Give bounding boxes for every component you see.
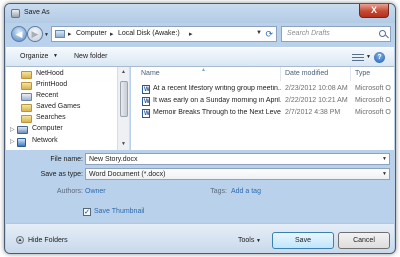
searches-folder-icon xyxy=(21,115,32,123)
save-button[interactable]: Save xyxy=(272,232,334,249)
file-row[interactable]: It was early on a Sunday morning in Apri… xyxy=(131,96,394,107)
chevron-down-icon[interactable]: ▼ xyxy=(53,53,58,59)
file-row[interactable]: At a recent lifestory writing group meet… xyxy=(131,84,394,95)
scrollbar-thumb[interactable] xyxy=(120,81,128,117)
scroll-up-icon[interactable]: ▲ xyxy=(121,69,126,75)
word-document-icon xyxy=(142,109,150,118)
address-dropdown-icon[interactable]: ▼ xyxy=(256,30,262,36)
folder-icon xyxy=(21,71,32,79)
scroll-down-icon[interactable]: ▼ xyxy=(121,141,126,147)
authors-label: Authors: xyxy=(56,188,83,195)
file-name: Memoir Breaks Through to the Next Leve..… xyxy=(153,109,281,116)
navigation-bar: ◀ ▶ ▼ ▸ Computer ▸ Local Disk (Awake:) ▸… xyxy=(5,23,395,47)
app-icon xyxy=(11,9,20,18)
file-date: 2/23/2012 10:08 AM xyxy=(285,85,348,92)
chevron-down-icon[interactable]: ▼ xyxy=(256,238,261,244)
sidebar-item-label: Saved Games xyxy=(36,103,81,110)
sidebar-item-label: Recent xyxy=(36,92,59,99)
breadcrumb-separator-icon[interactable]: ▸ xyxy=(68,30,72,38)
save-thumbnail-checkbox[interactable]: ✓ xyxy=(83,208,91,216)
navigation-scrollbar[interactable]: ▲ ▼ xyxy=(117,67,129,150)
file-date: 2/7/2012 4:38 PM xyxy=(285,109,341,116)
search-input[interactable]: Search Drafts xyxy=(281,26,391,42)
sidebar-item-nethood[interactable]: NetHood xyxy=(21,70,64,80)
sidebar-item-recent[interactable]: Recent xyxy=(21,92,59,102)
authors-value[interactable]: Owner xyxy=(85,188,106,195)
column-header-type[interactable]: Type xyxy=(351,67,394,81)
computer-icon xyxy=(55,30,65,38)
file-type: Microsoft O xyxy=(355,109,391,116)
breadcrumb-local-disk[interactable]: Local Disk (Awake:) xyxy=(118,30,180,37)
close-button[interactable]: X xyxy=(359,4,389,18)
sort-ascending-icon: ▲ xyxy=(201,67,206,73)
view-options-dropdown-icon[interactable]: ▼ xyxy=(366,54,371,60)
recent-places-icon xyxy=(21,93,32,101)
back-button[interactable]: ◀ xyxy=(11,26,27,42)
breadcrumb-separator-icon[interactable]: ▸ xyxy=(110,30,114,38)
breadcrumb-separator-icon[interactable]: ▸ xyxy=(189,30,193,38)
save-as-type-label: Save as type: xyxy=(40,171,83,178)
column-header-name[interactable]: Name ▲ xyxy=(131,67,281,81)
save-as-dialog: Save As X ◀ ▶ ▼ ▸ Computer ▸ Local Disk … xyxy=(4,3,396,254)
help-icon[interactable]: ? xyxy=(374,52,385,63)
word-document-icon xyxy=(142,85,150,94)
sidebar-item-network[interactable]: Network xyxy=(17,137,58,147)
window-title: Save As xyxy=(24,9,50,16)
sidebar-item-saved-games[interactable]: Saved Games xyxy=(21,103,81,113)
file-date: 2/22/2012 10:21 AM xyxy=(285,97,348,104)
file-type: Microsoft O xyxy=(355,85,391,92)
tools-menu-button[interactable]: Tools xyxy=(238,237,254,244)
folder-icon xyxy=(21,82,32,90)
sidebar-item-searches[interactable]: Searches xyxy=(21,114,66,124)
new-folder-button[interactable]: New folder xyxy=(74,53,107,60)
command-toolbar: Organize ▼ New folder ▼ ? xyxy=(6,47,394,67)
search-placeholder: Search Drafts xyxy=(287,30,330,37)
filename-value: New Story.docx xyxy=(89,156,138,163)
filename-field[interactable]: New Story.docx ▼ xyxy=(85,153,390,165)
sidebar-item-label: PrintHood xyxy=(36,81,68,88)
chevron-down-icon[interactable]: ▼ xyxy=(382,171,387,177)
collapse-icon[interactable]: ▲ xyxy=(16,236,24,244)
sidebar-item-label: Computer xyxy=(32,125,63,132)
search-icon[interactable] xyxy=(379,30,386,37)
file-name: At a recent lifestory writing group meet… xyxy=(153,85,281,92)
file-name: It was early on a Sunday morning in Apri… xyxy=(153,97,281,104)
title-bar[interactable]: Save As X xyxy=(5,4,395,23)
recent-pages-dropdown-icon[interactable]: ▼ xyxy=(44,32,49,38)
save-as-type-value: Word Document (*.docx) xyxy=(89,171,166,178)
save-thumbnail-label[interactable]: Save Thumbnail xyxy=(94,208,144,215)
tags-label: Tags: xyxy=(210,188,227,195)
sidebar-item-printhood[interactable]: PrintHood xyxy=(21,81,68,91)
sidebar-item-label: NetHood xyxy=(36,70,64,77)
word-document-icon xyxy=(142,97,150,106)
cancel-button[interactable]: Cancel xyxy=(338,232,390,249)
add-tag-link[interactable]: Add a tag xyxy=(231,188,261,195)
refresh-icon[interactable]: ⟳ xyxy=(265,29,273,40)
hide-folders-button[interactable]: Hide Folders xyxy=(28,237,68,244)
computer-icon xyxy=(17,126,28,134)
expand-arrow-icon[interactable]: ▷ xyxy=(10,138,15,145)
sidebar-item-computer[interactable]: Computer xyxy=(17,125,63,135)
breadcrumb-computer[interactable]: Computer xyxy=(76,30,107,37)
column-header-date-modified[interactable]: Date modified xyxy=(281,67,351,81)
file-list: Name ▲ Date modified Type At a recent li… xyxy=(131,67,394,150)
change-view-icon[interactable] xyxy=(350,52,366,63)
file-row[interactable]: Memoir Breaks Through to the Next Leve..… xyxy=(131,108,394,119)
navigation-pane: NetHood PrintHood Recent Saved Games Sea… xyxy=(6,67,130,150)
sidebar-item-label: Searches xyxy=(36,114,66,121)
forward-button[interactable]: ▶ xyxy=(27,26,43,42)
organize-button[interactable]: Organize xyxy=(20,53,48,60)
address-bar[interactable]: ▸ Computer ▸ Local Disk (Awake:) ▸ ▼ ⟳ xyxy=(51,26,277,42)
network-icon xyxy=(17,138,26,147)
filename-label: File name: xyxy=(50,156,83,163)
column-header-label: Name xyxy=(141,70,160,77)
save-as-type-select[interactable]: Word Document (*.docx) ▼ xyxy=(85,168,390,180)
dialog-footer: ▲ Hide Folders Tools ▼ Save Cancel xyxy=(6,223,394,253)
expand-arrow-icon[interactable]: ▷ xyxy=(10,126,15,133)
sidebar-item-label: Network xyxy=(32,137,58,144)
file-type: Microsoft O xyxy=(355,97,391,104)
chevron-down-icon[interactable]: ▼ xyxy=(382,156,387,162)
saved-games-icon xyxy=(21,104,32,112)
